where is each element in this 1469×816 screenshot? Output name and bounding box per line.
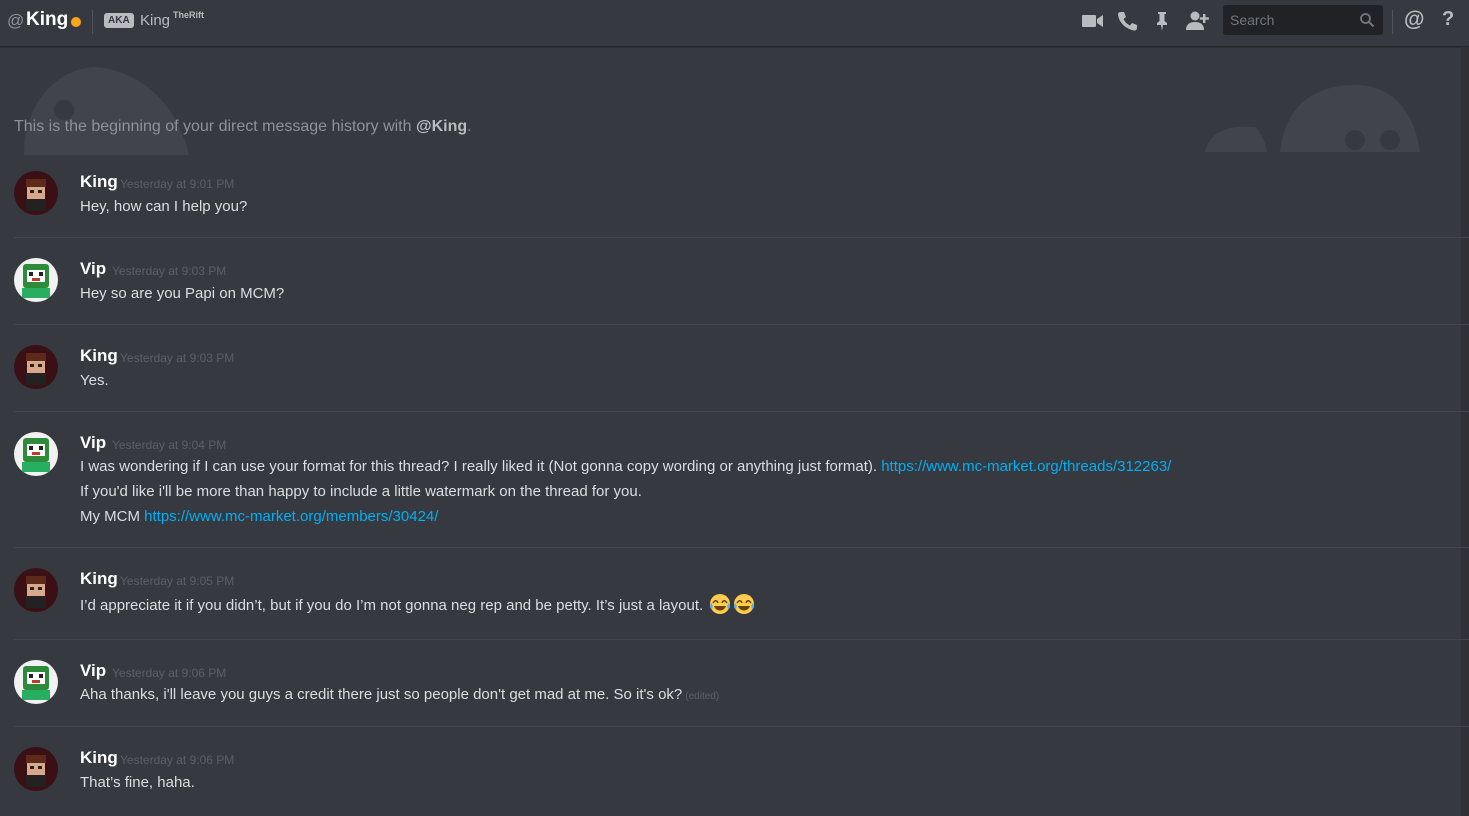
message-divider [14, 639, 1469, 640]
avatar-king[interactable] [14, 345, 58, 389]
message-timestamp: Yesterday at 9:03 PM [120, 351, 235, 365]
message-timestamp: Yesterday at 9:01 PM [120, 177, 235, 191]
message-timestamp: Yesterday at 9:06 PM [120, 753, 235, 767]
message-author[interactable]: King [80, 346, 118, 366]
aka-badge: AKA [104, 13, 134, 28]
message-group: Vip Yesterday at 9:04 PM I was wondering… [0, 431, 1455, 549]
message-text: If you'd like i'll be more than happy to… [80, 483, 642, 500]
channel-name[interactable]: King [26, 9, 68, 31]
message-timestamp: Yesterday at 9:05 PM [120, 574, 235, 588]
profile-link[interactable]: https://www.mc-market.org/members/30424/ [144, 508, 438, 525]
message-text: Yes. [80, 372, 109, 389]
message-group: King Yesterday at 9:01 PM Hey, how can I… [0, 170, 1455, 238]
message-divider [14, 411, 1469, 412]
channel-header: @ King AKA King TheRift Search @ ? [0, 0, 1469, 47]
message-author[interactable]: King [80, 748, 118, 768]
header-divider [92, 10, 93, 34]
message-author[interactable]: King [80, 172, 118, 192]
status-indicator [71, 17, 81, 27]
mention-icon[interactable]: @ [1404, 8, 1424, 32]
message-timestamp: Yesterday at 9:04 PM [112, 438, 227, 452]
wumpus-illustration-left [24, 67, 189, 155]
thread-link[interactable]: https://www.mc-market.org/threads/312263… [881, 458, 1171, 475]
avatar-king[interactable] [14, 171, 58, 215]
help-icon[interactable]: ? [1442, 8, 1454, 31]
header-divider-right [1392, 10, 1393, 34]
message-text: Hey, how can I help you? [80, 198, 248, 215]
message-divider [14, 726, 1469, 727]
intro-mention[interactable]: @King [416, 118, 467, 135]
message-group: Vip Yesterday at 9:03 PM Hey so are you … [0, 257, 1455, 325]
scrollbar[interactable] [1461, 47, 1469, 816]
message-group: King Yesterday at 9:06 PM That’s fine, h… [0, 746, 1455, 814]
avatar-vip[interactable] [14, 258, 58, 302]
video-call-icon[interactable] [1080, 10, 1104, 32]
message-author[interactable]: Vip [80, 661, 106, 681]
message-divider [14, 547, 1469, 548]
aka-superscript: TheRift [173, 10, 205, 20]
aka-name: King TheRift [140, 10, 205, 29]
avatar-king[interactable] [14, 747, 58, 791]
message-text: My MCM https://www.mc-market.org/members… [80, 508, 439, 525]
joy-emoji-icon[interactable] [733, 593, 755, 615]
message-text: Aha thanks, i'll leave you guys a credit… [80, 686, 720, 703]
search-icon [1359, 12, 1375, 28]
search-placeholder: Search [1230, 12, 1275, 28]
avatar-vip[interactable] [14, 432, 58, 476]
voice-call-icon[interactable] [1115, 10, 1139, 32]
message-author[interactable]: Vip [80, 259, 106, 279]
conversation-intro: This is the beginning of your direct mes… [14, 118, 472, 135]
add-friend-icon[interactable] [1185, 10, 1209, 32]
edited-label: (edited) [685, 691, 720, 702]
message-group: King Yesterday at 9:03 PM Yes. [0, 344, 1455, 412]
message-text: I was wondering if I can use your format… [80, 458, 1172, 475]
message-divider [14, 324, 1469, 325]
avatar-vip[interactable] [14, 660, 58, 704]
message-author[interactable]: King [80, 569, 118, 589]
message-divider [14, 237, 1469, 238]
message-text: Hey so are you Papi on MCM? [80, 285, 285, 302]
message-author[interactable]: Vip [80, 433, 106, 453]
pin-icon[interactable] [1150, 10, 1174, 32]
at-symbol: @ [7, 11, 25, 30]
search-input[interactable]: Search [1223, 5, 1383, 35]
wumpus-illustration-right [1205, 85, 1420, 152]
joy-emoji-icon[interactable] [709, 593, 731, 615]
message-group: Vip Yesterday at 9:06 PM Aha thanks, i'l… [0, 659, 1455, 727]
message-timestamp: Yesterday at 9:06 PM [112, 666, 227, 680]
message-group: King Yesterday at 9:05 PM I’d appreciate… [0, 567, 1455, 639]
message-timestamp: Yesterday at 9:03 PM [112, 264, 227, 278]
message-text: I’d appreciate it if you didn’t, but if … [80, 593, 755, 617]
message-text: That’s fine, haha. [80, 774, 195, 791]
avatar-king[interactable] [14, 568, 58, 612]
